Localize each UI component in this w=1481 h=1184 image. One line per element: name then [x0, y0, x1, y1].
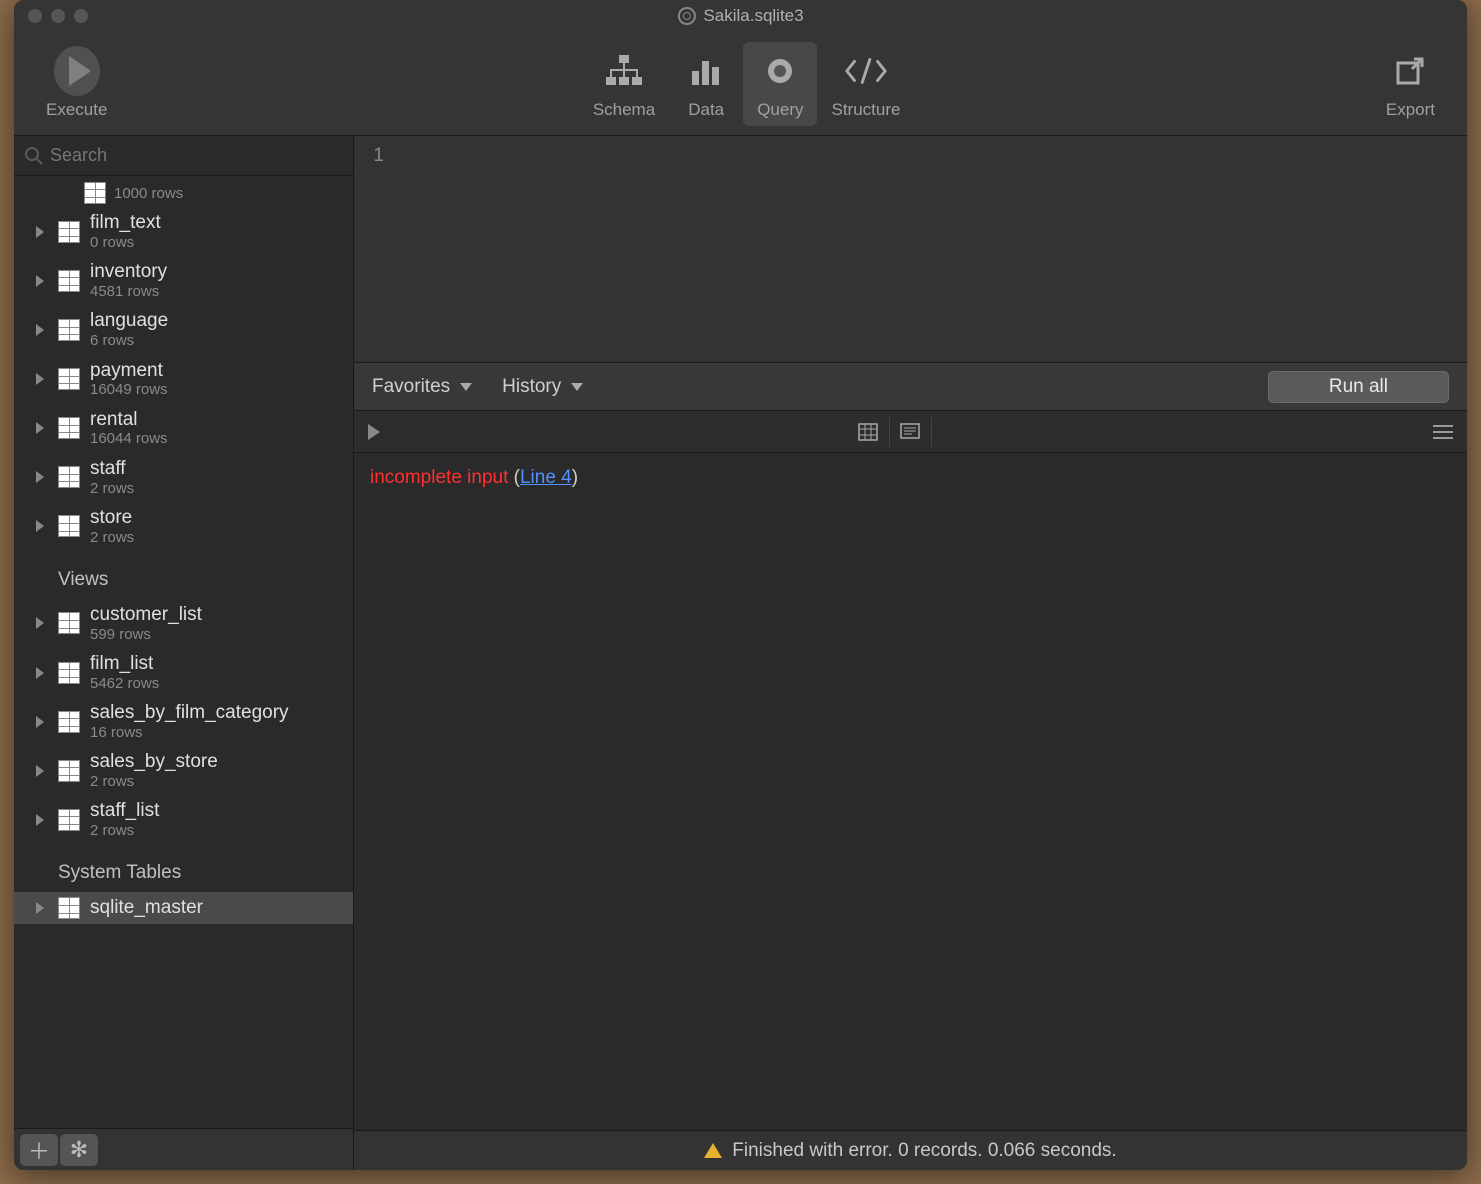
table-icon	[84, 182, 106, 204]
disclosure-icon[interactable]	[36, 373, 44, 385]
structure-tab[interactable]: Structure	[817, 42, 914, 126]
table-icon	[58, 809, 80, 831]
schema-icon	[601, 48, 647, 94]
view-row[interactable]: customer_list599 rows	[14, 599, 353, 648]
result-toolbar	[354, 411, 1467, 453]
chevron-down-icon	[460, 383, 472, 391]
table-icon	[58, 368, 80, 390]
warning-icon	[704, 1143, 722, 1158]
table-icon	[58, 466, 80, 488]
disclosure-icon[interactable]	[36, 814, 44, 826]
table-row[interactable]: store2 rows	[14, 502, 353, 551]
disclosure-icon[interactable]	[36, 275, 44, 287]
disclosure-icon[interactable]	[36, 716, 44, 728]
query-icon	[757, 48, 803, 94]
sidebar: 1000 rows film_text0 rows inventory4581 …	[14, 136, 354, 1170]
disclosure-icon[interactable]	[36, 667, 44, 679]
table-icon	[58, 612, 80, 634]
export-icon	[1387, 48, 1433, 94]
table-row[interactable]: rental16044 rows	[14, 404, 353, 453]
results-pane: incomplete input (Line 4)	[354, 453, 1467, 1130]
sidebar-footer: ＋ ✻	[14, 1128, 353, 1170]
disclosure-icon[interactable]	[36, 422, 44, 434]
disclosure-icon[interactable]	[36, 617, 44, 629]
divider	[932, 417, 974, 447]
text-icon	[900, 423, 920, 441]
mid-toolbar: Favorites History Run all	[354, 363, 1467, 411]
tree[interactable]: 1000 rows film_text0 rows inventory4581 …	[14, 176, 353, 1128]
app-window: Sakila.sqlite3 Execute Schema Data	[14, 0, 1467, 1170]
table-row[interactable]: inventory4581 rows	[14, 256, 353, 305]
table-row[interactable]: payment16049 rows	[14, 355, 353, 404]
query-tab[interactable]: Query	[743, 42, 817, 126]
traffic-lights	[28, 9, 88, 23]
search-input[interactable]	[50, 145, 343, 166]
view-row[interactable]: sales_by_film_category16 rows	[14, 697, 353, 746]
views-header: Views	[14, 551, 353, 599]
favorites-dropdown[interactable]: Favorites	[372, 376, 472, 398]
line-gutter: 1	[354, 136, 394, 362]
run-query-button[interactable]	[368, 424, 380, 440]
table-icon	[58, 221, 80, 243]
gear-icon: ✻	[70, 1137, 88, 1163]
error-line-link[interactable]: Line 4	[520, 467, 572, 488]
settings-button[interactable]: ✻	[60, 1134, 98, 1166]
table-row[interactable]: language6 rows	[14, 305, 353, 354]
code-icon	[843, 48, 889, 94]
status-bar: Finished with error. 0 records. 0.066 se…	[354, 1130, 1467, 1170]
table-icon	[58, 319, 80, 341]
text-view-button[interactable]	[890, 417, 932, 447]
view-row[interactable]: staff_list2 rows	[14, 795, 353, 844]
table-icon	[58, 897, 80, 919]
error-message: incomplete input (Line 4)	[370, 467, 1451, 489]
menu-button[interactable]	[1433, 425, 1453, 439]
search-icon	[24, 146, 44, 166]
table-icon	[58, 711, 80, 733]
window-title-wrap: Sakila.sqlite3	[677, 6, 803, 26]
db-file-icon	[677, 7, 695, 25]
disclosure-icon[interactable]	[36, 520, 44, 532]
history-dropdown[interactable]: History	[502, 376, 583, 398]
table-row[interactable]: film_text0 rows	[14, 207, 353, 256]
window-title: Sakila.sqlite3	[703, 6, 803, 26]
bar-chart-icon	[683, 48, 729, 94]
table-icon	[58, 417, 80, 439]
table-row[interactable]: staff2 rows	[14, 453, 353, 502]
editor-body[interactable]	[394, 136, 1467, 362]
table-icon	[58, 760, 80, 782]
data-tab[interactable]: Data	[669, 42, 743, 126]
grid-view-button[interactable]	[848, 417, 890, 447]
table-icon	[58, 515, 80, 537]
export-button[interactable]: Export	[1372, 42, 1449, 126]
table-row[interactable]: 1000 rows	[14, 180, 353, 207]
content: 1000 rows film_text0 rows inventory4581 …	[14, 136, 1467, 1170]
disclosure-icon[interactable]	[36, 324, 44, 336]
disclosure-icon[interactable]	[36, 902, 44, 914]
disclosure-icon[interactable]	[36, 765, 44, 777]
toolbar: Execute Schema Data Query	[14, 32, 1467, 136]
grid-icon	[858, 423, 878, 441]
disclosure-icon[interactable]	[36, 471, 44, 483]
titlebar: Sakila.sqlite3	[14, 0, 1467, 32]
view-row[interactable]: sales_by_store2 rows	[14, 746, 353, 795]
table-icon	[58, 270, 80, 292]
sql-editor[interactable]: 1	[354, 136, 1467, 363]
main-area: 1 Favorites History Run all incomp	[354, 136, 1467, 1170]
minimize-window[interactable]	[51, 9, 65, 23]
play-icon	[54, 46, 100, 96]
search-row	[14, 136, 353, 176]
zoom-window[interactable]	[74, 9, 88, 23]
view-row[interactable]: film_list5462 rows	[14, 648, 353, 697]
system-table-row[interactable]: sqlite_master	[14, 892, 353, 924]
status-text: Finished with error. 0 records. 0.066 se…	[732, 1140, 1116, 1162]
add-button[interactable]: ＋	[20, 1134, 58, 1166]
close-window[interactable]	[28, 9, 42, 23]
schema-tab[interactable]: Schema	[579, 42, 669, 126]
system-tables-header: System Tables	[14, 844, 353, 892]
run-all-button[interactable]: Run all	[1268, 371, 1449, 403]
disclosure-icon[interactable]	[36, 226, 44, 238]
chevron-down-icon	[571, 383, 583, 391]
execute-button[interactable]: Execute	[32, 42, 121, 126]
table-icon	[58, 662, 80, 684]
